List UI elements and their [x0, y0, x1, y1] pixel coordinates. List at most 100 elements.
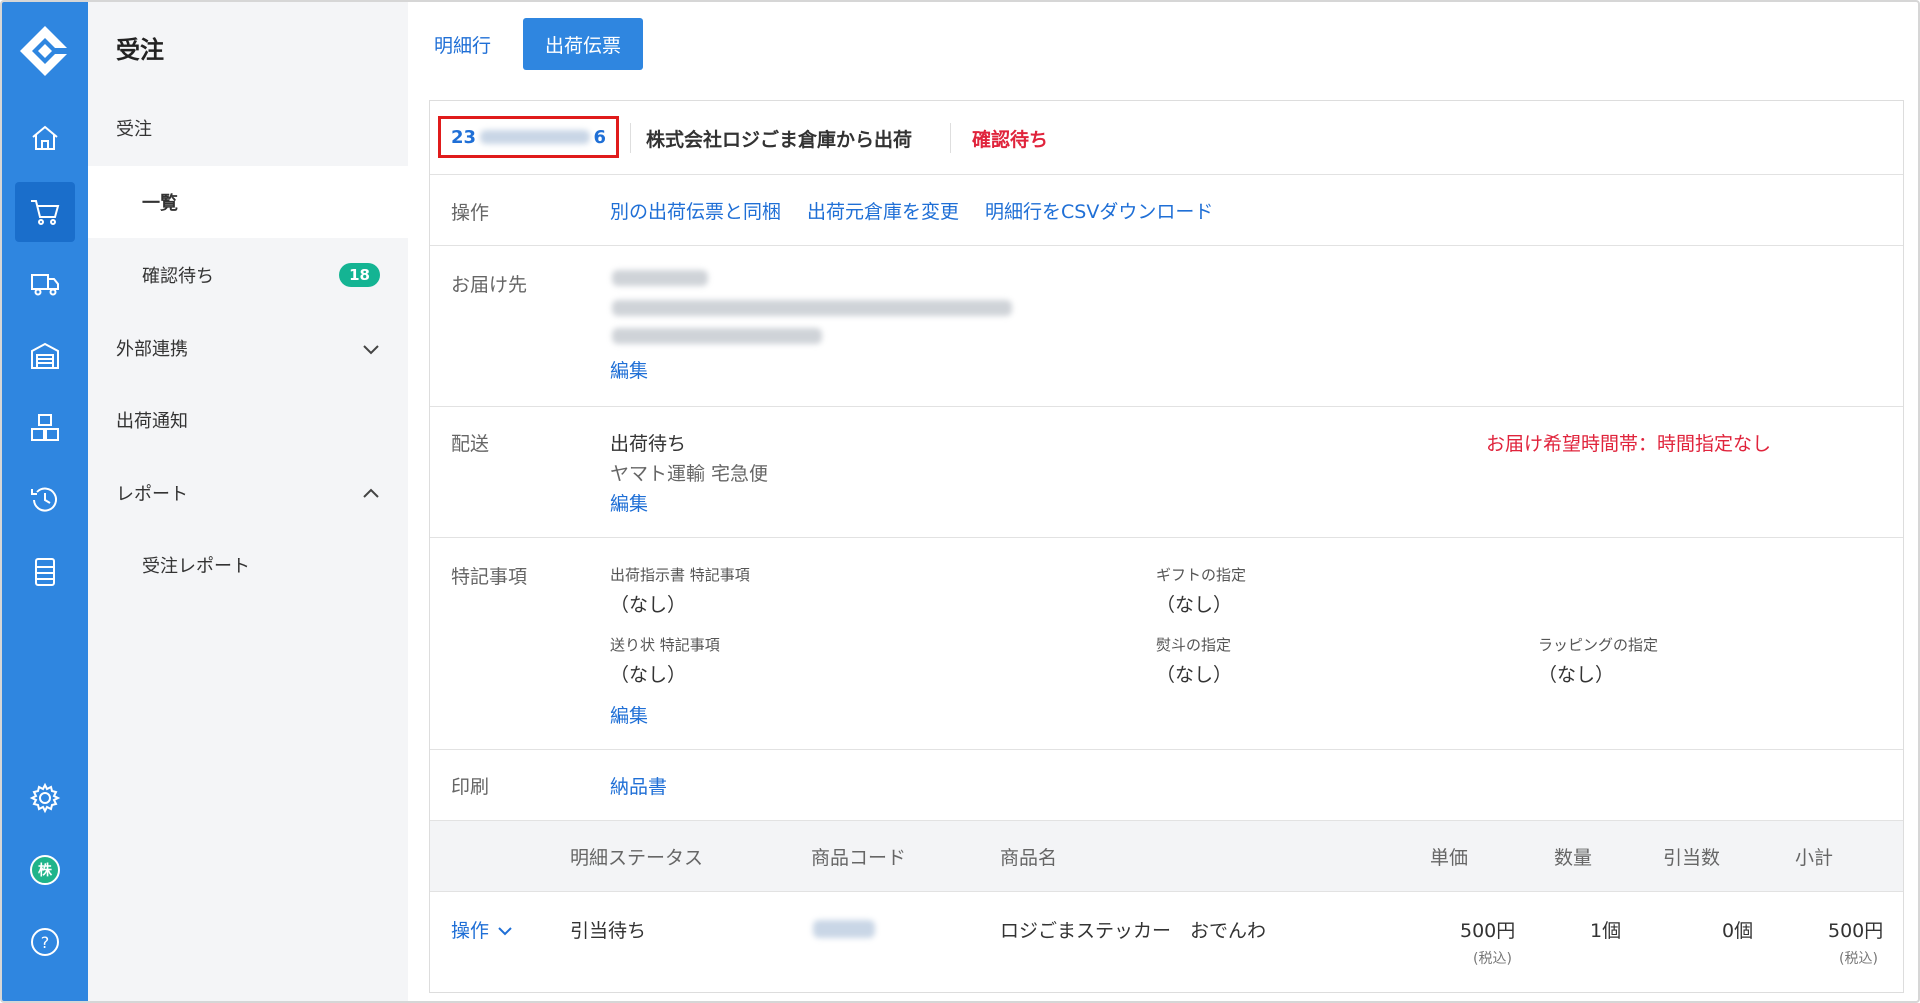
- destination-row: お届け先 編集: [430, 246, 1903, 407]
- chevron-up-icon: [363, 488, 379, 498]
- side-menu: 受注 受注 一覧 確認待ち 18 外部連携 出荷通知 レポート 受注レポート: [88, 2, 408, 1001]
- home-icon[interactable]: [15, 108, 75, 168]
- instruction-note-value: （なし）: [610, 594, 687, 616]
- redacted-address: [612, 300, 1012, 316]
- col-subtotal: 小計: [1795, 847, 1834, 869]
- noshi-label: 熨斗の指定: [1156, 636, 1232, 654]
- tab-shipping-slip[interactable]: 出荷伝票: [523, 18, 644, 70]
- tab-bar: 明細行 出荷伝票: [412, 18, 644, 70]
- col-code: 商品コード: [811, 847, 907, 869]
- row-status: 引当待ち: [570, 920, 647, 942]
- chevron-down-icon: [498, 926, 512, 935]
- csv-download-link[interactable]: 明細行をCSVダウンロード: [985, 197, 1213, 224]
- edit-notes-link[interactable]: 編集: [610, 701, 648, 728]
- noshi-value: （なし）: [1156, 664, 1233, 686]
- menu-item-label: レポート: [116, 484, 188, 505]
- menu-item-label: 一覧: [142, 193, 178, 214]
- delivery-status: 出荷待ち: [610, 433, 687, 455]
- pending-count-badge: 18: [339, 263, 380, 287]
- items-table-header: 明細ステータス 商品コード 商品名 単価 数量 引当数 小計: [430, 821, 1903, 892]
- menu-item-label: 出荷通知: [116, 411, 188, 432]
- menu-item-label: 受注: [116, 119, 152, 140]
- destination-label: お届け先: [451, 274, 528, 296]
- delivery-label: 配送: [451, 433, 490, 455]
- slip-note-label: 送り状 特記事項: [610, 636, 720, 654]
- row-action-label: 操作: [451, 920, 490, 942]
- app-window: 株 ? 受注 受注 一覧 確認待ち 18 外部連携 出荷通知 レポート 受注レポ…: [0, 0, 1920, 1003]
- delivery-time-note: お届け希望時間帯：時間指定なし: [1486, 433, 1772, 455]
- logo-icon[interactable]: [18, 24, 72, 78]
- menu-item-order-report[interactable]: 受注レポート: [88, 529, 408, 601]
- print-row: 印刷 納品書: [430, 750, 1903, 821]
- wrapping-value: （なし）: [1538, 664, 1615, 686]
- menu-title: 受注: [116, 36, 164, 64]
- list-icon[interactable]: [15, 542, 75, 602]
- row-action-menu[interactable]: 操作: [451, 916, 515, 943]
- tab-line-items[interactable]: 明細行: [412, 18, 513, 70]
- row-subtotal: 500円: [1828, 920, 1884, 942]
- row-qty: 1個: [1590, 920, 1622, 942]
- warehouse-name: 株式会社ロジごま倉庫から出荷: [646, 129, 913, 151]
- menu-item-pending[interactable]: 確認待ち 18: [88, 239, 408, 311]
- menu-item-orders[interactable]: 受注: [88, 92, 408, 164]
- boxes-icon[interactable]: [15, 398, 75, 458]
- col-qty: 数量: [1554, 847, 1593, 869]
- cart-icon[interactable]: [15, 182, 75, 242]
- col-status: 明細ステータス: [570, 847, 704, 869]
- divider: [630, 123, 631, 153]
- gift-label: ギフトの指定: [1156, 566, 1247, 584]
- col-allocated: 引当数: [1663, 847, 1721, 869]
- redacted-order-number: [479, 130, 590, 144]
- warehouse-icon[interactable]: [15, 326, 75, 386]
- row-unit-price: 500円: [1460, 920, 1516, 942]
- menu-item-reports[interactable]: レポート: [88, 457, 408, 529]
- redacted-phone: [612, 328, 822, 344]
- edit-delivery-link[interactable]: 編集: [610, 489, 648, 516]
- menu-item-list[interactable]: 一覧: [88, 166, 408, 238]
- history-icon[interactable]: [15, 470, 75, 530]
- avatar-text: 株: [30, 855, 60, 885]
- row-allocated: 0個: [1722, 920, 1754, 942]
- operations-row: 操作 別の出荷伝票と同梱 出荷元倉庫を変更 明細行をCSVダウンロード: [430, 175, 1903, 246]
- gift-value: （なし）: [1156, 594, 1233, 616]
- col-unit-price: 単価: [1430, 847, 1469, 869]
- notes-row: 特記事項 出荷指示書 特記事項 （なし） ギフトの指定 （なし） 送り状 特記事…: [430, 538, 1903, 750]
- redacted-name: [612, 270, 708, 286]
- operations-label: 操作: [451, 202, 490, 224]
- avatar[interactable]: 株: [15, 840, 75, 900]
- status-label: 確認待ち: [972, 129, 1049, 151]
- bundle-link[interactable]: 別の出荷伝票と同梱: [610, 197, 781, 224]
- row-subtotal-tax: (税込): [1839, 951, 1878, 967]
- divider: [950, 123, 951, 153]
- edit-destination-link[interactable]: 編集: [610, 356, 648, 383]
- slip-note-value: （なし）: [610, 664, 687, 686]
- wrapping-label: ラッピングの指定: [1538, 636, 1659, 654]
- carrier: ヤマト運輸 宅急便: [610, 463, 769, 485]
- order-number-suffix: 6: [593, 126, 606, 148]
- instruction-note-label: 出荷指示書 特記事項: [610, 566, 750, 584]
- gear-icon[interactable]: [15, 768, 75, 828]
- menu-item-label: 受注レポート: [142, 556, 250, 577]
- order-number[interactable]: 23 6: [438, 116, 619, 158]
- slip-header: 23 6 株式会社ロジごま倉庫から出荷 確認待ち: [430, 101, 1903, 175]
- truck-icon[interactable]: [15, 254, 75, 314]
- col-name: 商品名: [1000, 847, 1058, 869]
- table-row: 操作 引当待ち ロジごまステッカー おでんわ 500円 (税込) 1個 0個 5…: [430, 892, 1903, 993]
- notes-label: 特記事項: [451, 566, 528, 588]
- chevron-down-icon: [363, 345, 379, 355]
- delivery-note-link[interactable]: 納品書: [610, 772, 667, 799]
- menu-item-integrations[interactable]: 外部連携: [88, 312, 408, 384]
- change-warehouse-link[interactable]: 出荷元倉庫を変更: [807, 197, 959, 224]
- icon-rail: 株 ?: [2, 2, 88, 1001]
- print-label: 印刷: [451, 776, 490, 798]
- row-unit-price-tax: (税込): [1473, 951, 1512, 967]
- row-product-name: ロジごまステッカー おでんわ: [1000, 920, 1267, 942]
- menu-item-shipping-notice[interactable]: 出荷通知: [88, 384, 408, 456]
- menu-item-label: 確認待ち: [142, 266, 214, 287]
- shipping-slip-panel: 23 6 株式会社ロジごま倉庫から出荷 確認待ち 操作 別の出荷伝票と同梱 出荷…: [429, 100, 1904, 993]
- svg-text:?: ?: [41, 933, 50, 952]
- help-icon[interactable]: ?: [15, 912, 75, 972]
- delivery-row: 配送 出荷待ち ヤマト運輸 宅急便 編集 お届け希望時間帯：時間指定なし: [430, 407, 1903, 538]
- order-number-prefix: 23: [451, 126, 477, 148]
- redacted-product-code: [813, 920, 875, 938]
